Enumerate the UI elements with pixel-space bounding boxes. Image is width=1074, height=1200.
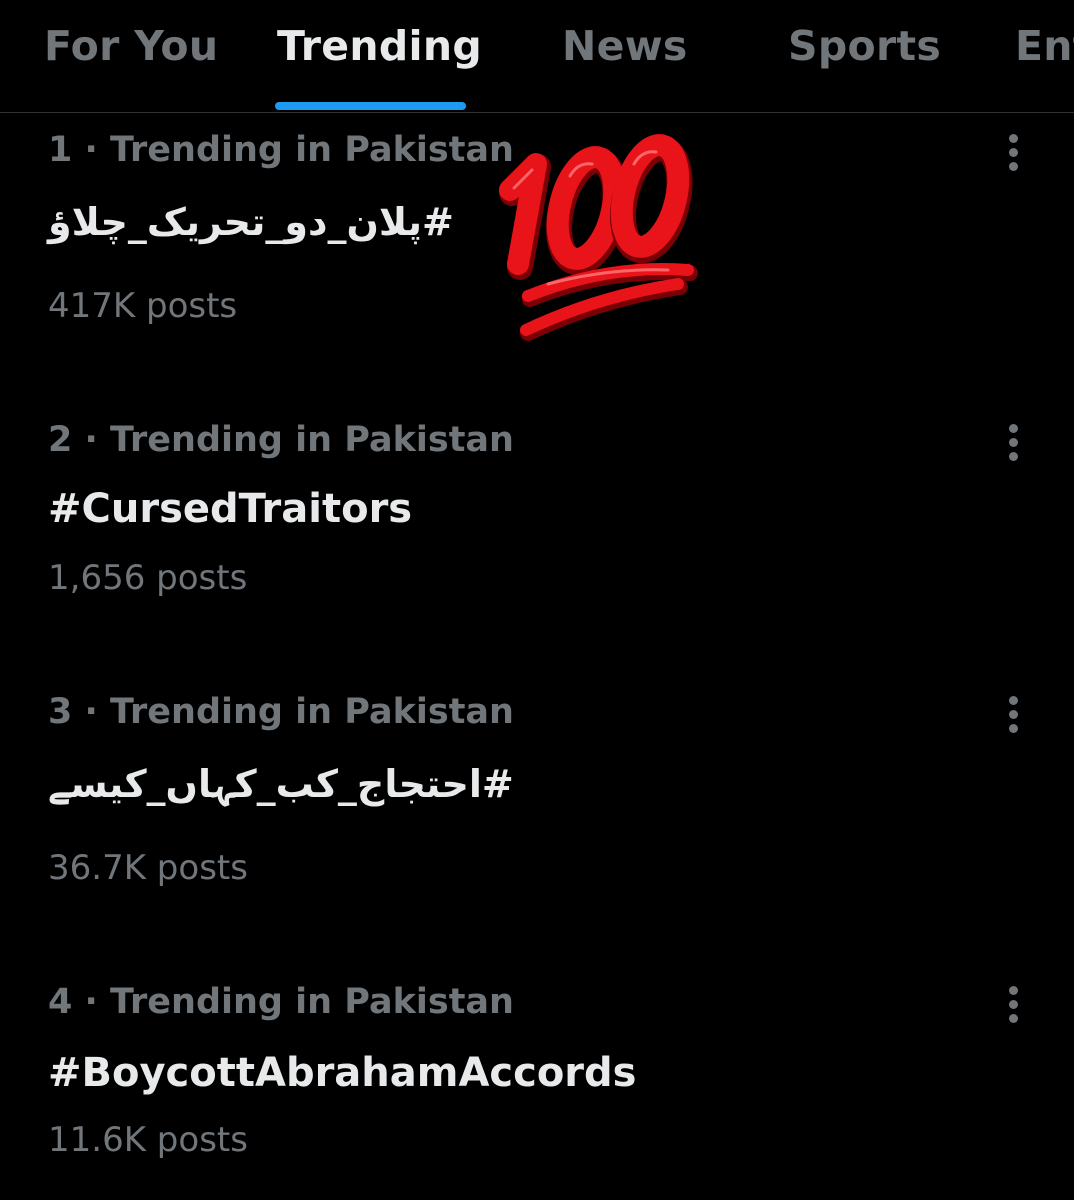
- tab-news[interactable]: News: [562, 22, 688, 70]
- trend-post-count: 417K posts: [48, 286, 238, 326]
- tab-bar: For You Trending News Sports Entertainme…: [0, 0, 1074, 113]
- trend-post-count: 11.6K posts: [48, 1120, 248, 1160]
- trend-hashtag[interactable]: #احتجاج_کب_کہاں_کیسے: [48, 762, 514, 806]
- tab-entertainment[interactable]: Entertainment: [1015, 22, 1074, 70]
- trend-item-2[interactable]: 2 · Trending in Pakistan #CursedTraitors…: [0, 420, 1074, 650]
- hundred-points-emoji-icon: [499, 134, 698, 341]
- tab-trending[interactable]: Trending: [277, 22, 482, 70]
- trend-post-count: 1,656 posts: [48, 558, 248, 598]
- tab-for-you[interactable]: For You: [44, 22, 218, 70]
- more-options-icon[interactable]: [998, 692, 1030, 736]
- active-tab-indicator: [275, 102, 466, 110]
- trend-item-3[interactable]: 3 · Trending in Pakistan #احتجاج_کب_کہاں…: [0, 692, 1074, 942]
- trend-context: 4 · Trending in Pakistan: [48, 982, 514, 1022]
- more-options-icon[interactable]: [998, 130, 1030, 174]
- more-options-icon[interactable]: [998, 982, 1030, 1026]
- trend-hashtag[interactable]: #پلان_دو_تحریک_چلاؤ: [48, 200, 454, 244]
- trend-hashtag[interactable]: #BoycottAbrahamAccords: [48, 1050, 636, 1096]
- trend-context: 3 · Trending in Pakistan: [48, 692, 514, 732]
- more-options-icon[interactable]: [998, 420, 1030, 464]
- trend-hashtag[interactable]: #CursedTraitors: [48, 486, 412, 532]
- trend-context: 1 · Trending in Pakistan: [48, 130, 514, 170]
- trend-context: 2 · Trending in Pakistan: [48, 420, 514, 460]
- trend-item-4[interactable]: 4 · Trending in Pakistan #BoycottAbraham…: [0, 982, 1074, 1192]
- trend-post-count: 36.7K posts: [48, 848, 248, 888]
- tab-sports[interactable]: Sports: [788, 22, 941, 70]
